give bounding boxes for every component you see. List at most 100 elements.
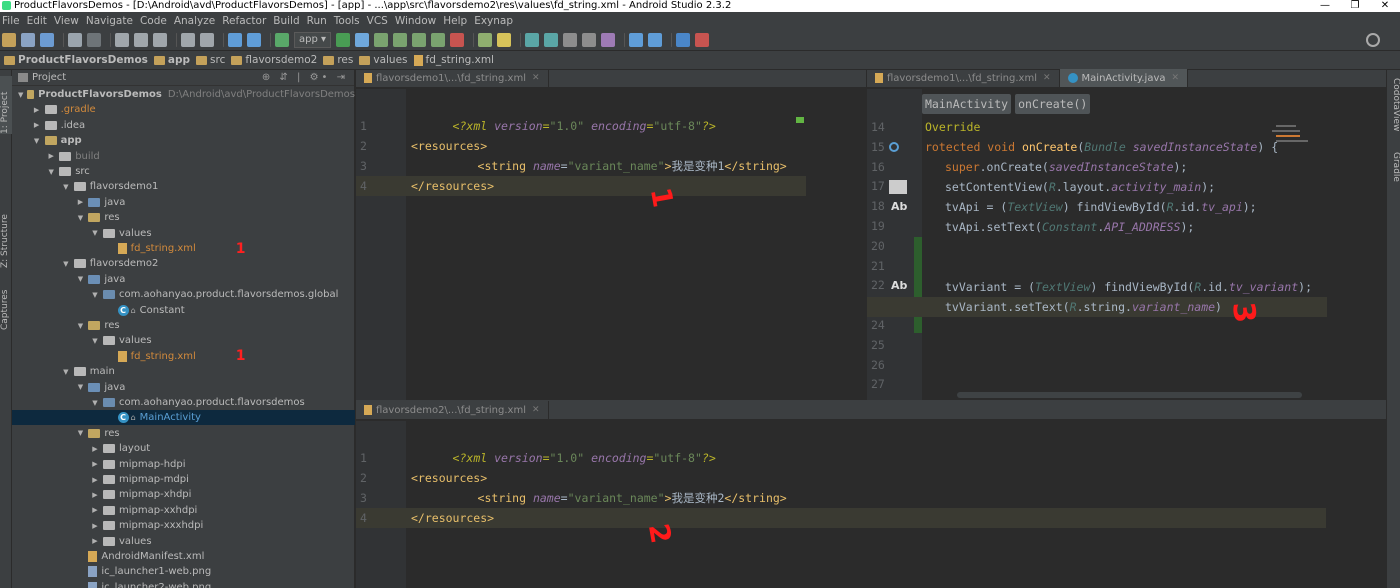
tree-item[interactable]: ▼ res: [12, 426, 355, 441]
tree-item[interactable]: ▼ flavorsdemo2: [12, 256, 355, 271]
tree-item[interactable]: ▶ .gradle: [12, 102, 355, 117]
tool-window-structure[interactable]: Z: Structure: [0, 208, 12, 268]
expand-arrow-icon[interactable]: ▼: [91, 337, 99, 345]
menu-analyze[interactable]: Analyze: [174, 15, 215, 27]
tree-item[interactable]: ▼ java: [12, 272, 355, 287]
stop-icon[interactable]: [450, 32, 465, 47]
tree-item[interactable]: ▼ java: [12, 380, 355, 395]
tree-item[interactable]: ▼ ProductFlavorsDemos D:\Android\avd\Produ…: [12, 87, 355, 102]
tree-item[interactable]: fd_string.xml 1: [12, 348, 355, 364]
expand-arrow-icon[interactable]: ▼: [91, 399, 99, 407]
tree-item[interactable]: C ⌂ MainActivity: [12, 410, 355, 426]
search-everywhere-icon[interactable]: [1366, 33, 1380, 47]
sdk-manager-icon[interactable]: [497, 32, 512, 47]
open-folder-icon[interactable]: [2, 32, 16, 47]
tree-item[interactable]: ▶ build: [12, 149, 355, 164]
expand-arrow-icon[interactable]: ▼: [76, 275, 84, 283]
menu-edit[interactable]: Edit: [27, 15, 47, 27]
avd-manager-icon[interactable]: [648, 32, 663, 47]
expand-arrow-icon[interactable]: ▼: [76, 429, 84, 437]
menu-exynap[interactable]: Exynap: [474, 15, 513, 27]
menu-refactor[interactable]: Refactor: [222, 15, 266, 27]
debug-icon[interactable]: [355, 32, 370, 47]
menu-vcs[interactable]: VCS: [367, 15, 388, 27]
tree-item[interactable]: ▶ layout: [12, 441, 355, 456]
collapse-arrow-icon[interactable]: ▶: [91, 506, 99, 514]
tool-window-project[interactable]: 1: Project: [0, 76, 12, 134]
tree-item[interactable]: ▶ mipmap-xxhdpi: [12, 503, 355, 518]
menu-tools[interactable]: Tools: [334, 15, 360, 27]
breadcrumb-project[interactable]: ProductFlavorsDemos: [4, 54, 148, 66]
expand-arrow-icon[interactable]: ▼: [62, 260, 70, 268]
tree-item[interactable]: fd_string.xml 1: [12, 241, 355, 257]
tab-close-icon[interactable]: ✕: [1172, 73, 1180, 83]
collapse-arrow-icon[interactable]: ▶: [76, 198, 84, 206]
tab-close-icon[interactable]: ✕: [1043, 73, 1051, 83]
project-panel-actions[interactable]: ⊕ ⇵ | ⚙• ⇥: [262, 72, 348, 83]
breadcrumb-res[interactable]: res: [323, 54, 353, 66]
breadcrumb-method[interactable]: onCreate(): [1015, 94, 1091, 114]
expand-arrow-icon[interactable]: ▼: [62, 368, 70, 376]
breadcrumb-flavorsdemo2[interactable]: flavorsdemo2: [231, 54, 317, 66]
breadcrumb-file[interactable]: fd_string.xml: [413, 54, 494, 66]
vcs-update-icon[interactable]: [525, 32, 540, 47]
tree-item[interactable]: ▶ values: [12, 534, 355, 549]
right-editor[interactable]: 1415161718192021222324252627 Ab Ab Overr…: [867, 89, 1386, 400]
menu-run[interactable]: Run: [307, 15, 327, 27]
tree-item[interactable]: ▼ res: [12, 210, 355, 225]
collapse-arrow-icon[interactable]: ▶: [33, 106, 41, 114]
find-icon[interactable]: [181, 32, 195, 47]
collapse-arrow-icon[interactable]: ▶: [91, 537, 99, 545]
tab-flavorsdemo1-fd-string[interactable]: flavorsdemo1\...\fd_string.xml ✕: [356, 69, 549, 87]
profile-icon[interactable]: [393, 32, 408, 47]
replace-icon[interactable]: [200, 32, 214, 47]
make-project-icon[interactable]: [275, 32, 289, 47]
cut-icon[interactable]: [115, 32, 129, 47]
tree-item[interactable]: ▼ values: [12, 226, 355, 241]
undo-icon[interactable]: [68, 32, 82, 47]
tree-item[interactable]: ▶ mipmap-xxxhdpi: [12, 518, 355, 533]
tool-window-gradle[interactable]: Gradle: [1389, 152, 1400, 192]
save-icon[interactable]: [21, 32, 35, 47]
tree-item[interactable]: ▼ app: [12, 133, 355, 148]
menu-navigate[interactable]: Navigate: [86, 15, 133, 27]
tab-close-icon[interactable]: ✕: [532, 73, 540, 83]
expand-arrow-icon[interactable]: ▼: [76, 322, 84, 330]
tab-flavorsdemo1-fd-string-right[interactable]: flavorsdemo1\...\fd_string.xml ✕: [867, 69, 1060, 87]
tree-item[interactable]: ▼ main: [12, 364, 355, 379]
instant-run-icon[interactable]: [412, 32, 427, 47]
breadcrumb-class[interactable]: MainActivity: [922, 94, 1012, 114]
android-monitor-icon[interactable]: [478, 32, 493, 47]
collapse-arrow-icon[interactable]: ▶: [91, 476, 99, 484]
collapse-arrow-icon[interactable]: ▶: [91, 460, 99, 468]
redo-icon[interactable]: [87, 32, 101, 47]
forward-icon[interactable]: [247, 32, 261, 47]
collapse-arrow-icon[interactable]: ▶: [33, 121, 41, 129]
tree-item[interactable]: ▼ com.aohanyao.product.flavorsdemos.globa…: [12, 287, 355, 302]
tree-item[interactable]: ▶ java: [12, 195, 355, 210]
attach-debugger-icon[interactable]: [374, 32, 389, 47]
vcs-revert-icon[interactable]: [601, 32, 616, 47]
run-config-select[interactable]: app ▾: [294, 31, 332, 48]
coverage-icon[interactable]: [431, 32, 446, 47]
tab-mainactivity[interactable]: MainActivity.java ✕: [1059, 69, 1189, 87]
help-icon[interactable]: [676, 32, 691, 47]
minimize-button[interactable]: —: [1310, 0, 1340, 12]
tree-item[interactable]: ▶ mipmap-mdpi: [12, 472, 355, 487]
tree-item[interactable]: ▼ com.aohanyao.product.flavorsdemos: [12, 395, 355, 410]
breadcrumb-values[interactable]: values: [359, 54, 408, 66]
expand-arrow-icon[interactable]: ▼: [91, 229, 99, 237]
breadcrumb-src[interactable]: src: [196, 54, 225, 66]
tab-close-icon[interactable]: ✕: [532, 405, 540, 415]
left-editor[interactable]: 1 <?xml version="1.0" encoding="utf-8"?>…: [356, 89, 866, 400]
vcs-history-icon[interactable]: [582, 32, 597, 47]
expand-arrow-icon[interactable]: ▼: [76, 383, 84, 391]
close-button[interactable]: ✕: [1370, 0, 1400, 12]
tree-item[interactable]: ic_launcher2-web.png: [12, 580, 355, 588]
plugin-icon[interactable]: [695, 32, 710, 47]
tool-window-codotaview[interactable]: CodotaView: [1389, 78, 1400, 138]
collapse-arrow-icon[interactable]: ▶: [91, 522, 99, 530]
tab-flavorsdemo2-fd-string[interactable]: flavorsdemo2\...\fd_string.xml ✕: [356, 401, 549, 419]
menu-help[interactable]: Help: [443, 15, 467, 27]
tree-item[interactable]: ic_launcher1-web.png: [12, 564, 355, 579]
